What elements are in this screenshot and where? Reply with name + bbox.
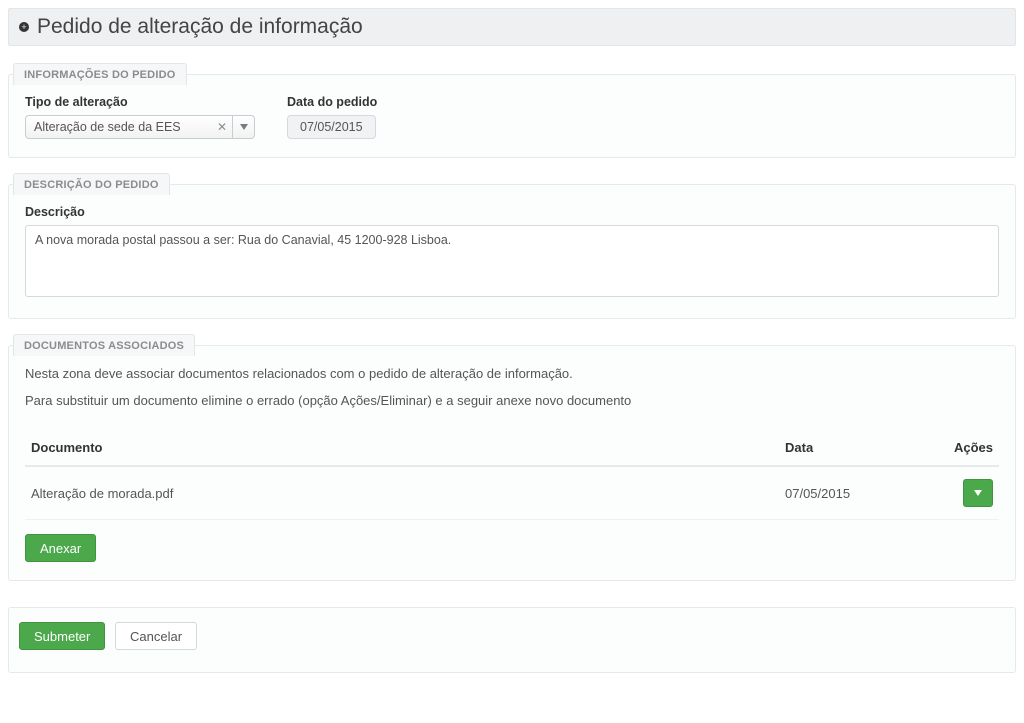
panel-descricao-tab: DESCRIÇÃO DO PEDIDO	[13, 173, 170, 195]
panel-documentos: DOCUMENTOS ASSOCIADOS Nesta zona deve as…	[8, 345, 1016, 581]
descricao-textarea[interactable]	[25, 225, 999, 297]
chevron-down-icon[interactable]	[232, 116, 254, 138]
doc-name: Alteração de morada.pdf	[25, 466, 779, 520]
plus-icon: +	[19, 22, 29, 32]
row-actions-dropdown[interactable]	[963, 479, 993, 507]
page-title: Pedido de alteração de informação	[37, 15, 363, 39]
anexar-button[interactable]: Anexar	[25, 534, 96, 562]
field-data-pedido: Data do pedido 07/05/2015	[287, 95, 377, 139]
clear-icon[interactable]: ✕	[212, 120, 232, 134]
documents-table: Documento Data Ações Alteração de morada…	[25, 430, 999, 520]
doc-date: 07/05/2015	[779, 466, 929, 520]
cancel-button[interactable]: Cancelar	[115, 622, 197, 650]
tipo-alteracao-label: Tipo de alteração	[25, 95, 255, 109]
footer-panel: Submeter Cancelar	[8, 607, 1016, 673]
col-documento: Documento	[25, 430, 779, 466]
panel-descricao: DESCRIÇÃO DO PEDIDO Descrição	[8, 184, 1016, 319]
data-pedido-value: 07/05/2015	[287, 115, 376, 139]
field-tipo-alteracao: Tipo de alteração Alteração de sede da E…	[25, 95, 255, 139]
descricao-label: Descrição	[25, 205, 999, 219]
docs-help-1: Nesta zona deve associar documentos rela…	[25, 366, 999, 381]
panel-info-tab: INFORMAÇÕES DO PEDIDO	[13, 63, 187, 85]
caret-down-icon	[974, 490, 982, 496]
col-data: Data	[779, 430, 929, 466]
panel-documentos-tab: DOCUMENTOS ASSOCIADOS	[13, 334, 195, 356]
data-pedido-label: Data do pedido	[287, 95, 377, 109]
docs-help-2: Para substituir um documento elimine o e…	[25, 393, 999, 408]
panel-info: INFORMAÇÕES DO PEDIDO Tipo de alteração …	[8, 74, 1016, 158]
tipo-alteracao-select[interactable]: Alteração de sede da EES ✕	[25, 115, 255, 139]
col-acoes: Ações	[929, 430, 999, 466]
table-row: Alteração de morada.pdf 07/05/2015	[25, 466, 999, 520]
submit-button[interactable]: Submeter	[19, 622, 105, 650]
tipo-alteracao-value: Alteração de sede da EES	[26, 120, 212, 134]
page-title-bar: + Pedido de alteração de informação	[8, 8, 1016, 46]
